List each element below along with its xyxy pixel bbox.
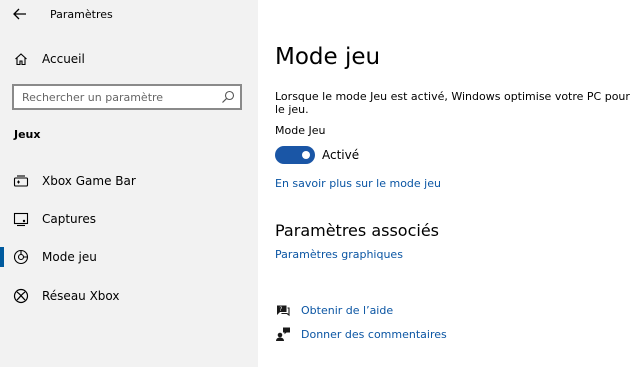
sidebar-item-label: Captures [42, 212, 96, 226]
back-arrow-icon [13, 6, 27, 24]
sidebar-item-label: Xbox Game Bar [42, 174, 136, 188]
sidebar-item-captures[interactable]: Captures [0, 202, 258, 236]
selection-indicator [0, 247, 4, 267]
app-title: Paramètres [50, 8, 113, 21]
gamebar-icon [13, 173, 29, 189]
captures-icon [13, 211, 29, 227]
sidebar-item-xbox-game-bar[interactable]: Xbox Game Bar [0, 164, 258, 198]
sidebar: Paramètres Accueil Jeux Xbox Game Bar Ca… [0, 0, 258, 367]
feedback-row[interactable]: Donner des commentaires [275, 326, 447, 342]
get-help-row[interactable]: ? Obtenir de l’aide [275, 302, 393, 318]
sidebar-item-label: Accueil [42, 52, 85, 66]
game-mode-toggle[interactable] [275, 146, 315, 164]
feedback-link: Donner des commentaires [301, 327, 447, 341]
search-icon[interactable] [220, 89, 236, 105]
help-icon: ? [275, 302, 291, 318]
main-content: Mode jeu Lorsque le mode Jeu est activé,… [258, 0, 640, 367]
sidebar-item-label: Réseau Xbox [42, 289, 120, 303]
graphics-settings-link[interactable]: Paramètres graphiques [275, 248, 403, 261]
page-description: Lorsque le mode Jeu est activé, Windows … [275, 90, 630, 116]
learn-more-link[interactable]: En savoir plus sur le mode jeu [275, 177, 441, 190]
toggle-label: Mode Jeu [275, 124, 326, 137]
home-icon [13, 51, 29, 67]
back-button[interactable] [8, 4, 32, 26]
search-input[interactable] [14, 86, 218, 109]
feedback-icon [275, 326, 291, 342]
search-box [12, 84, 242, 110]
related-settings-title: Paramètres associés [275, 221, 439, 240]
xbox-icon [13, 288, 29, 304]
title-bar: Paramètres [0, 0, 258, 30]
sidebar-item-label: Mode jeu [42, 250, 97, 264]
sidebar-item-reseau-xbox[interactable]: Réseau Xbox [0, 279, 258, 313]
get-help-link: Obtenir de l’aide [301, 303, 394, 317]
sidebar-item-home[interactable]: Accueil [0, 42, 258, 76]
toggle-state-text: Activé [322, 148, 360, 162]
sidebar-item-mode-jeu[interactable]: Mode jeu [0, 240, 258, 274]
section-title: Jeux [14, 128, 41, 141]
toggle-knob [302, 151, 310, 159]
game-mode-icon [13, 249, 29, 265]
page-title: Mode jeu [275, 44, 381, 70]
svg-text:?: ? [279, 306, 282, 313]
